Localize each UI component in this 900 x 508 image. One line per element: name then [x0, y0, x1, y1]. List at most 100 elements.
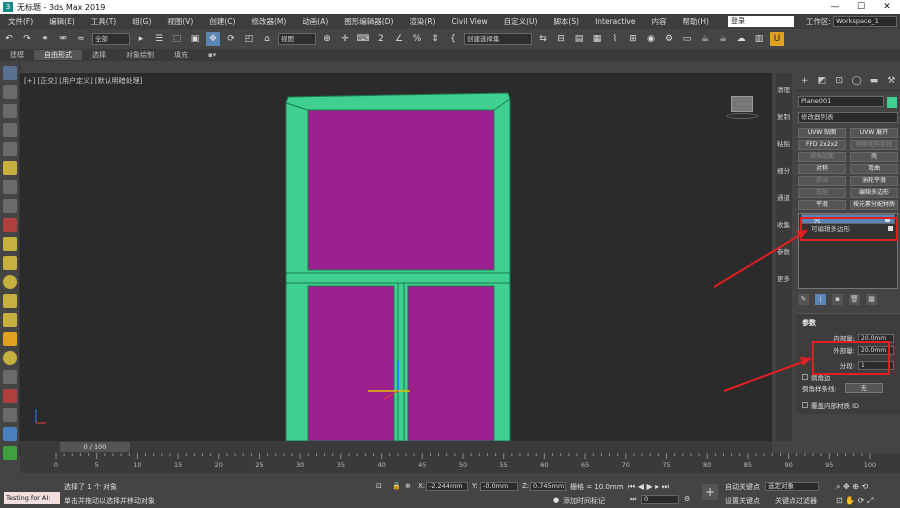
- select-scale-icon[interactable]: ◰: [242, 32, 256, 46]
- auto-key-button[interactable]: 自动关键点: [725, 482, 760, 492]
- ribbon-tab-object-paint[interactable]: 对象绘制: [116, 50, 164, 60]
- menu-file[interactable]: 文件(F): [0, 16, 41, 27]
- helper-icon[interactable]: [3, 180, 17, 194]
- ribbon-tab-freeform[interactable]: 自由形式: [34, 50, 82, 60]
- rect-selection-icon[interactable]: ⬚: [170, 32, 184, 46]
- named-selection-set[interactable]: 创建选择集: [464, 33, 532, 45]
- set-key-big-icon[interactable]: +: [702, 484, 718, 500]
- undo-icon[interactable]: ↶: [2, 32, 16, 46]
- viewport-label[interactable]: [+] [正交] [用户定义] [默认明暗处理]: [24, 76, 142, 86]
- bevel-profile-button[interactable]: 倒角剖面: [798, 152, 846, 162]
- menu-interactive[interactable]: Interactive: [587, 17, 643, 26]
- torus-icon[interactable]: [3, 294, 17, 308]
- login-dropdown[interactable]: 登录: [728, 16, 794, 27]
- menu-rendering[interactable]: 渲染(R): [401, 16, 443, 27]
- lock-icon[interactable]: 🔒: [392, 482, 401, 490]
- unlink-icon[interactable]: ⚮: [56, 32, 70, 46]
- systems-icon[interactable]: [3, 218, 17, 232]
- edit-poly-button[interactable]: 编辑多边形: [850, 188, 898, 198]
- motion-tab-icon[interactable]: ◯: [849, 76, 864, 88]
- mesh-spline-button[interactable]: 网格化样条线: [850, 140, 898, 150]
- nav-controls-2-icon[interactable]: ⊡ ✋ ⟳ ⤢: [836, 496, 873, 506]
- menu-help[interactable]: 帮助(H): [674, 16, 717, 27]
- scene-explorer-icon[interactable]: [3, 104, 17, 118]
- menu-graph-editors[interactable]: 图形编辑器(D): [336, 16, 401, 27]
- curve-editor-icon[interactable]: ⌇: [608, 32, 622, 46]
- nav-controls-icon[interactable]: ⌕ ✥ ⊕ ⟲: [836, 482, 868, 492]
- set-key-button[interactable]: 设置关键点: [725, 496, 760, 506]
- make-unique-icon[interactable]: ▪: [832, 293, 843, 305]
- select-place-icon[interactable]: ⌂: [260, 32, 274, 46]
- key-mode-icon[interactable]: ⏭: [630, 495, 636, 504]
- select-rotate-icon[interactable]: ⟳: [224, 32, 238, 46]
- material-by-element-button[interactable]: 按元素分配材质: [850, 200, 898, 210]
- menu-views[interactable]: 视图(V): [159, 16, 201, 27]
- bevel-spline-button[interactable]: 无: [844, 382, 883, 393]
- cone-icon[interactable]: [3, 313, 17, 327]
- menu-customize[interactable]: 自定义(U): [496, 16, 546, 27]
- ref-coord-select[interactable]: 视图: [278, 33, 316, 45]
- pin-stack-icon[interactable]: ✎: [798, 293, 809, 305]
- mirror-icon[interactable]: ⇆: [536, 32, 550, 46]
- viewport-layout-icon[interactable]: [3, 66, 17, 80]
- edit-named-sets-icon[interactable]: {: [446, 32, 460, 46]
- side-tab-collect[interactable]: 收集: [777, 219, 792, 235]
- light-icon[interactable]: [3, 161, 17, 175]
- layer-explorer-icon[interactable]: ▤: [572, 32, 586, 46]
- sphere-icon[interactable]: [3, 275, 17, 289]
- ribbon-tab-selection[interactable]: 选择: [82, 50, 116, 60]
- add-time-tag[interactable]: 添加时间标记: [563, 496, 605, 506]
- uvw-map-button[interactable]: UVW 贴图: [798, 128, 846, 138]
- selected-object-select[interactable]: 选定对象: [765, 482, 819, 491]
- current-frame-input[interactable]: 0: [641, 495, 679, 504]
- box-icon[interactable]: [3, 237, 17, 251]
- isolate-icon[interactable]: ⊡: [376, 482, 382, 490]
- plugin-icon[interactable]: U: [770, 32, 784, 46]
- hierarchy-tab-icon[interactable]: ⊡: [832, 76, 847, 88]
- link-icon[interactable]: ⚭: [38, 32, 52, 46]
- side-tab-more[interactable]: 更多: [777, 273, 792, 289]
- object-color-swatch[interactable]: [887, 97, 897, 108]
- remove-modifier-icon[interactable]: 🗑: [849, 293, 860, 305]
- object-name-field[interactable]: Plane001: [798, 96, 884, 107]
- render-production-icon[interactable]: ☕: [698, 32, 712, 46]
- smooth-button[interactable]: 平滑: [798, 200, 846, 210]
- ribbon-options-icon[interactable]: ▪▾: [198, 51, 226, 59]
- transform-mode-icon[interactable]: ⊕: [405, 482, 411, 490]
- side-tab-channel[interactable]: 通道: [777, 192, 792, 208]
- checkbox-icon[interactable]: [802, 401, 808, 408]
- modify-tab-icon[interactable]: ◩: [814, 76, 829, 88]
- material-editor-icon[interactable]: ◉: [644, 32, 658, 46]
- y-coord-input[interactable]: -0.0mm: [480, 482, 518, 491]
- show-end-result-icon[interactable]: |: [815, 293, 826, 305]
- pivot-icon[interactable]: ⊕: [320, 32, 334, 46]
- a360-icon[interactable]: ▥: [752, 32, 766, 46]
- door-frame-model[interactable]: [20, 73, 772, 441]
- ffd-button[interactable]: FFD 2x2x2: [798, 140, 846, 150]
- shell-button[interactable]: 壳: [850, 152, 898, 162]
- bind-space-warp-icon[interactable]: ≈: [74, 32, 88, 46]
- angle-snap-icon[interactable]: ∠: [392, 32, 406, 46]
- foliage-icon[interactable]: [3, 446, 17, 460]
- window-crossing-icon[interactable]: ▣: [188, 32, 202, 46]
- particle-icon[interactable]: [3, 408, 17, 422]
- select-object-icon[interactable]: ▸: [134, 32, 148, 46]
- checkbox-icon[interactable]: [802, 373, 808, 380]
- uvw-unwrap-button[interactable]: UVW 展开: [850, 128, 898, 138]
- configure-sets-icon[interactable]: ▦: [866, 293, 877, 305]
- symmetry-button[interactable]: 对称: [798, 164, 846, 174]
- menu-tools[interactable]: 工具(T): [83, 16, 124, 27]
- snap-toggle-icon[interactable]: 2: [374, 32, 388, 46]
- x-coord-input[interactable]: -2.244mm: [426, 482, 468, 491]
- time-tag-icon[interactable]: ●: [553, 496, 559, 504]
- render-iterative-icon[interactable]: ☕: [716, 32, 730, 46]
- rendered-frame-icon[interactable]: ▭: [680, 32, 694, 46]
- list-icon[interactable]: [3, 142, 17, 156]
- time-config-icon[interactable]: ⚙: [684, 495, 690, 503]
- menu-animation[interactable]: 动画(A): [294, 16, 336, 27]
- modifier-list-dropdown[interactable]: 修改器列表: [798, 112, 898, 123]
- globe-icon[interactable]: [3, 427, 17, 441]
- schematic-view-icon[interactable]: ⊞: [626, 32, 640, 46]
- close-button[interactable]: ✕: [874, 0, 900, 14]
- menu-content[interactable]: 内容: [643, 16, 674, 27]
